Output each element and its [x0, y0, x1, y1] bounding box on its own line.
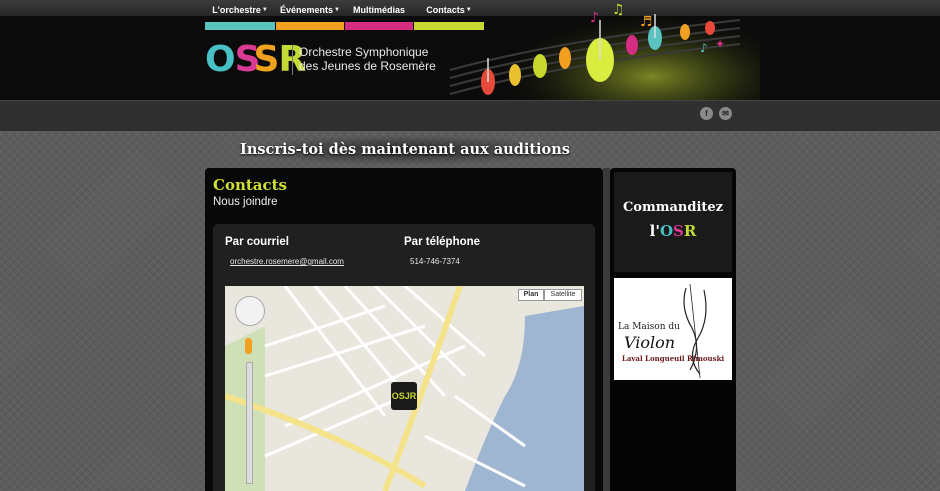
main-content: Contacts Nous joindre Par courriel orche… [205, 168, 603, 491]
phone-heading: Par téléphone [404, 236, 481, 248]
sponsor-logo-o: O [659, 222, 674, 240]
sponsor-name: La Maison du [618, 322, 680, 332]
sponsor-logo-prefix: l' [649, 222, 660, 240]
nav-color-bar [414, 22, 484, 30]
organization-name: Orchestre Symphonique des Jeunes de Rose… [299, 45, 436, 73]
sponsor-logo: l'OSR [614, 222, 732, 240]
sponsor-ad[interactable]: La Maison du Violon Laval Longueuil Rimo… [614, 278, 732, 380]
nav-item-label: Contacts [426, 5, 465, 15]
phone-number: 514-746-7374 [410, 257, 460, 266]
nav-color-bar [345, 22, 413, 30]
svg-text:♪: ♪ [700, 41, 708, 55]
chevron-down-icon: ▼ [334, 7, 340, 13]
organization-name-line2: des Jeunes de Rosemère [299, 59, 436, 73]
nav-item-label: Événements [280, 5, 334, 15]
page-subtitle: Nous joindre [213, 196, 278, 208]
facebook-icon[interactable]: f [700, 107, 713, 120]
map-type-satellite[interactable]: Satellite [544, 289, 582, 301]
organization-name-line1: Orchestre Symphonique [299, 45, 429, 59]
sponsor-heading: Commanditez [622, 200, 724, 215]
sidebar: Commanditez l'OSR La Maison du Violon La… [610, 168, 736, 491]
sponsor-name-violon: Violon [624, 333, 676, 352]
contact-card: Par courriel orchestre.rosemere@gmail.co… [213, 224, 595, 491]
chevron-down-icon: ▼ [261, 7, 268, 13]
map-marker-label: OSJR [391, 391, 417, 401]
email-icon[interactable]: ✉ [719, 107, 732, 120]
nav-item-label: L'orchestre [212, 5, 261, 15]
page-title: Contacts [213, 176, 288, 194]
pan-control[interactable] [235, 296, 265, 326]
nav-color-bar [205, 22, 275, 30]
google-map[interactable]: Plan Satellite OSJR [225, 286, 584, 491]
sponsor-logo-s: S [673, 222, 684, 240]
svg-text:♪: ♪ [590, 10, 599, 26]
column-gap [603, 168, 610, 491]
main-navigation [0, 100, 940, 131]
chevron-down-icon: ▼ [465, 7, 472, 13]
logo-divider [292, 45, 293, 75]
sponsor-logo-r: R [683, 222, 697, 240]
site-logo[interactable]: OSSR [205, 39, 306, 80]
map-marker-icon[interactable]: OSJR [391, 382, 417, 410]
map-type-plan[interactable]: Plan [518, 289, 544, 301]
svg-text:✦: ✦ [715, 37, 725, 51]
svg-text:♫: ♫ [612, 2, 625, 18]
zoom-slider[interactable] [246, 362, 253, 484]
street-view-pegman-icon[interactable] [245, 338, 252, 354]
auditions-banner[interactable]: Inscris-toi dès maintenant aux auditions [205, 135, 605, 165]
nav-item-multimedias[interactable]: Multimédias [345, 0, 413, 30]
logo-letter-s-alt: S [253, 39, 280, 80]
nav-color-bar [276, 22, 344, 30]
sponsor-callout[interactable]: Commanditez l'OSR [614, 172, 732, 272]
nav-item-contacts[interactable]: Contacts▼ [414, 0, 484, 30]
nav-item-label: Multimédias [352, 5, 405, 15]
email-heading: Par courriel [225, 236, 289, 248]
nav-item-orchestre[interactable]: L'orchestre▼ [205, 0, 275, 30]
svg-text:♬: ♬ [640, 14, 653, 30]
logo-letter-o: O [205, 39, 236, 80]
nav-item-evenements[interactable]: Événements▼ [276, 0, 344, 30]
sponsor-cities: Laval Longueuil Rimouski [621, 354, 725, 363]
auditions-banner-text: Inscris-toi dès maintenant aux auditions [240, 141, 570, 158]
email-link[interactable]: orchestre.rosemere@gmail.com [230, 257, 344, 266]
